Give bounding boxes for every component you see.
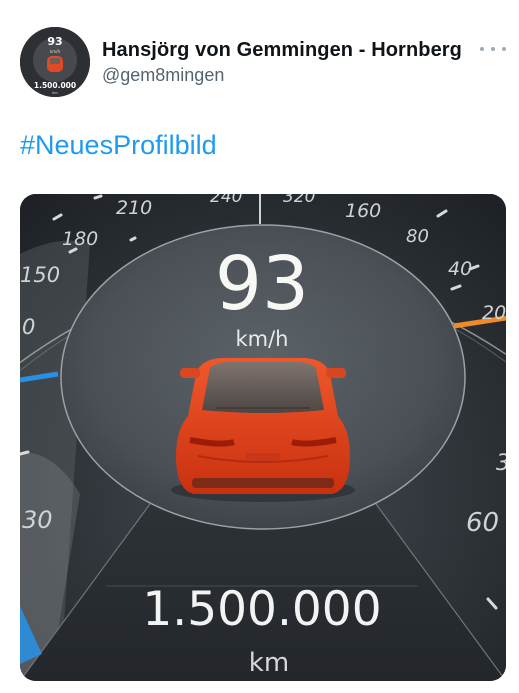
scale-label: 240 xyxy=(210,194,242,207)
scale-label: 30 xyxy=(22,506,53,534)
avatar-image: 93 km/h 1.500.000 km xyxy=(20,27,90,97)
avatar-speed: 93 xyxy=(47,35,62,48)
speed-unit: km/h xyxy=(235,327,288,351)
more-dot xyxy=(480,47,484,51)
tweet: 93 km/h 1.500.000 km Hansjörg von Gemmin… xyxy=(0,0,519,693)
scale-label: 60 xyxy=(466,508,499,538)
avatar-odometer-unit: km xyxy=(52,91,58,95)
scale-label: 210 xyxy=(116,197,152,219)
more-options-icon[interactable] xyxy=(480,39,506,59)
hashtag-link[interactable]: #NeuesProfilbild xyxy=(20,130,217,161)
scale-label: 160 xyxy=(345,200,381,222)
scale-label: 3 xyxy=(496,451,506,476)
avatar-car xyxy=(47,56,63,72)
scale-label: 0 xyxy=(22,315,35,339)
odometer-value: 1.500.000 xyxy=(142,582,381,637)
more-dot xyxy=(502,47,506,51)
car-image xyxy=(171,358,355,502)
odometer-unit: km xyxy=(249,648,289,678)
scale-label: 180 xyxy=(62,228,98,250)
avatar-speed-unit: km/h xyxy=(50,49,61,54)
avatar-odometer: 1.500.000 xyxy=(34,81,76,90)
scale-label: 40 xyxy=(448,258,472,280)
author-name[interactable]: Hansjörg von Gemmingen - Hornberg xyxy=(102,39,462,62)
scale-label: 320 xyxy=(283,194,315,207)
tweet-image[interactable]: 210 180 150 0 30 240 320 160 80 40 20 3 … xyxy=(20,194,506,681)
more-dot xyxy=(491,47,495,51)
avatar[interactable]: 93 km/h 1.500.000 km xyxy=(20,27,90,97)
speed-value: 93 xyxy=(215,241,309,327)
scale-label: 150 xyxy=(20,263,60,287)
scale-label: 20 xyxy=(482,302,506,324)
speedometer-photo: 210 180 150 0 30 240 320 160 80 40 20 3 … xyxy=(20,194,506,681)
scale-label: 80 xyxy=(406,226,429,247)
author-handle[interactable]: @gem8mingen xyxy=(102,65,224,86)
